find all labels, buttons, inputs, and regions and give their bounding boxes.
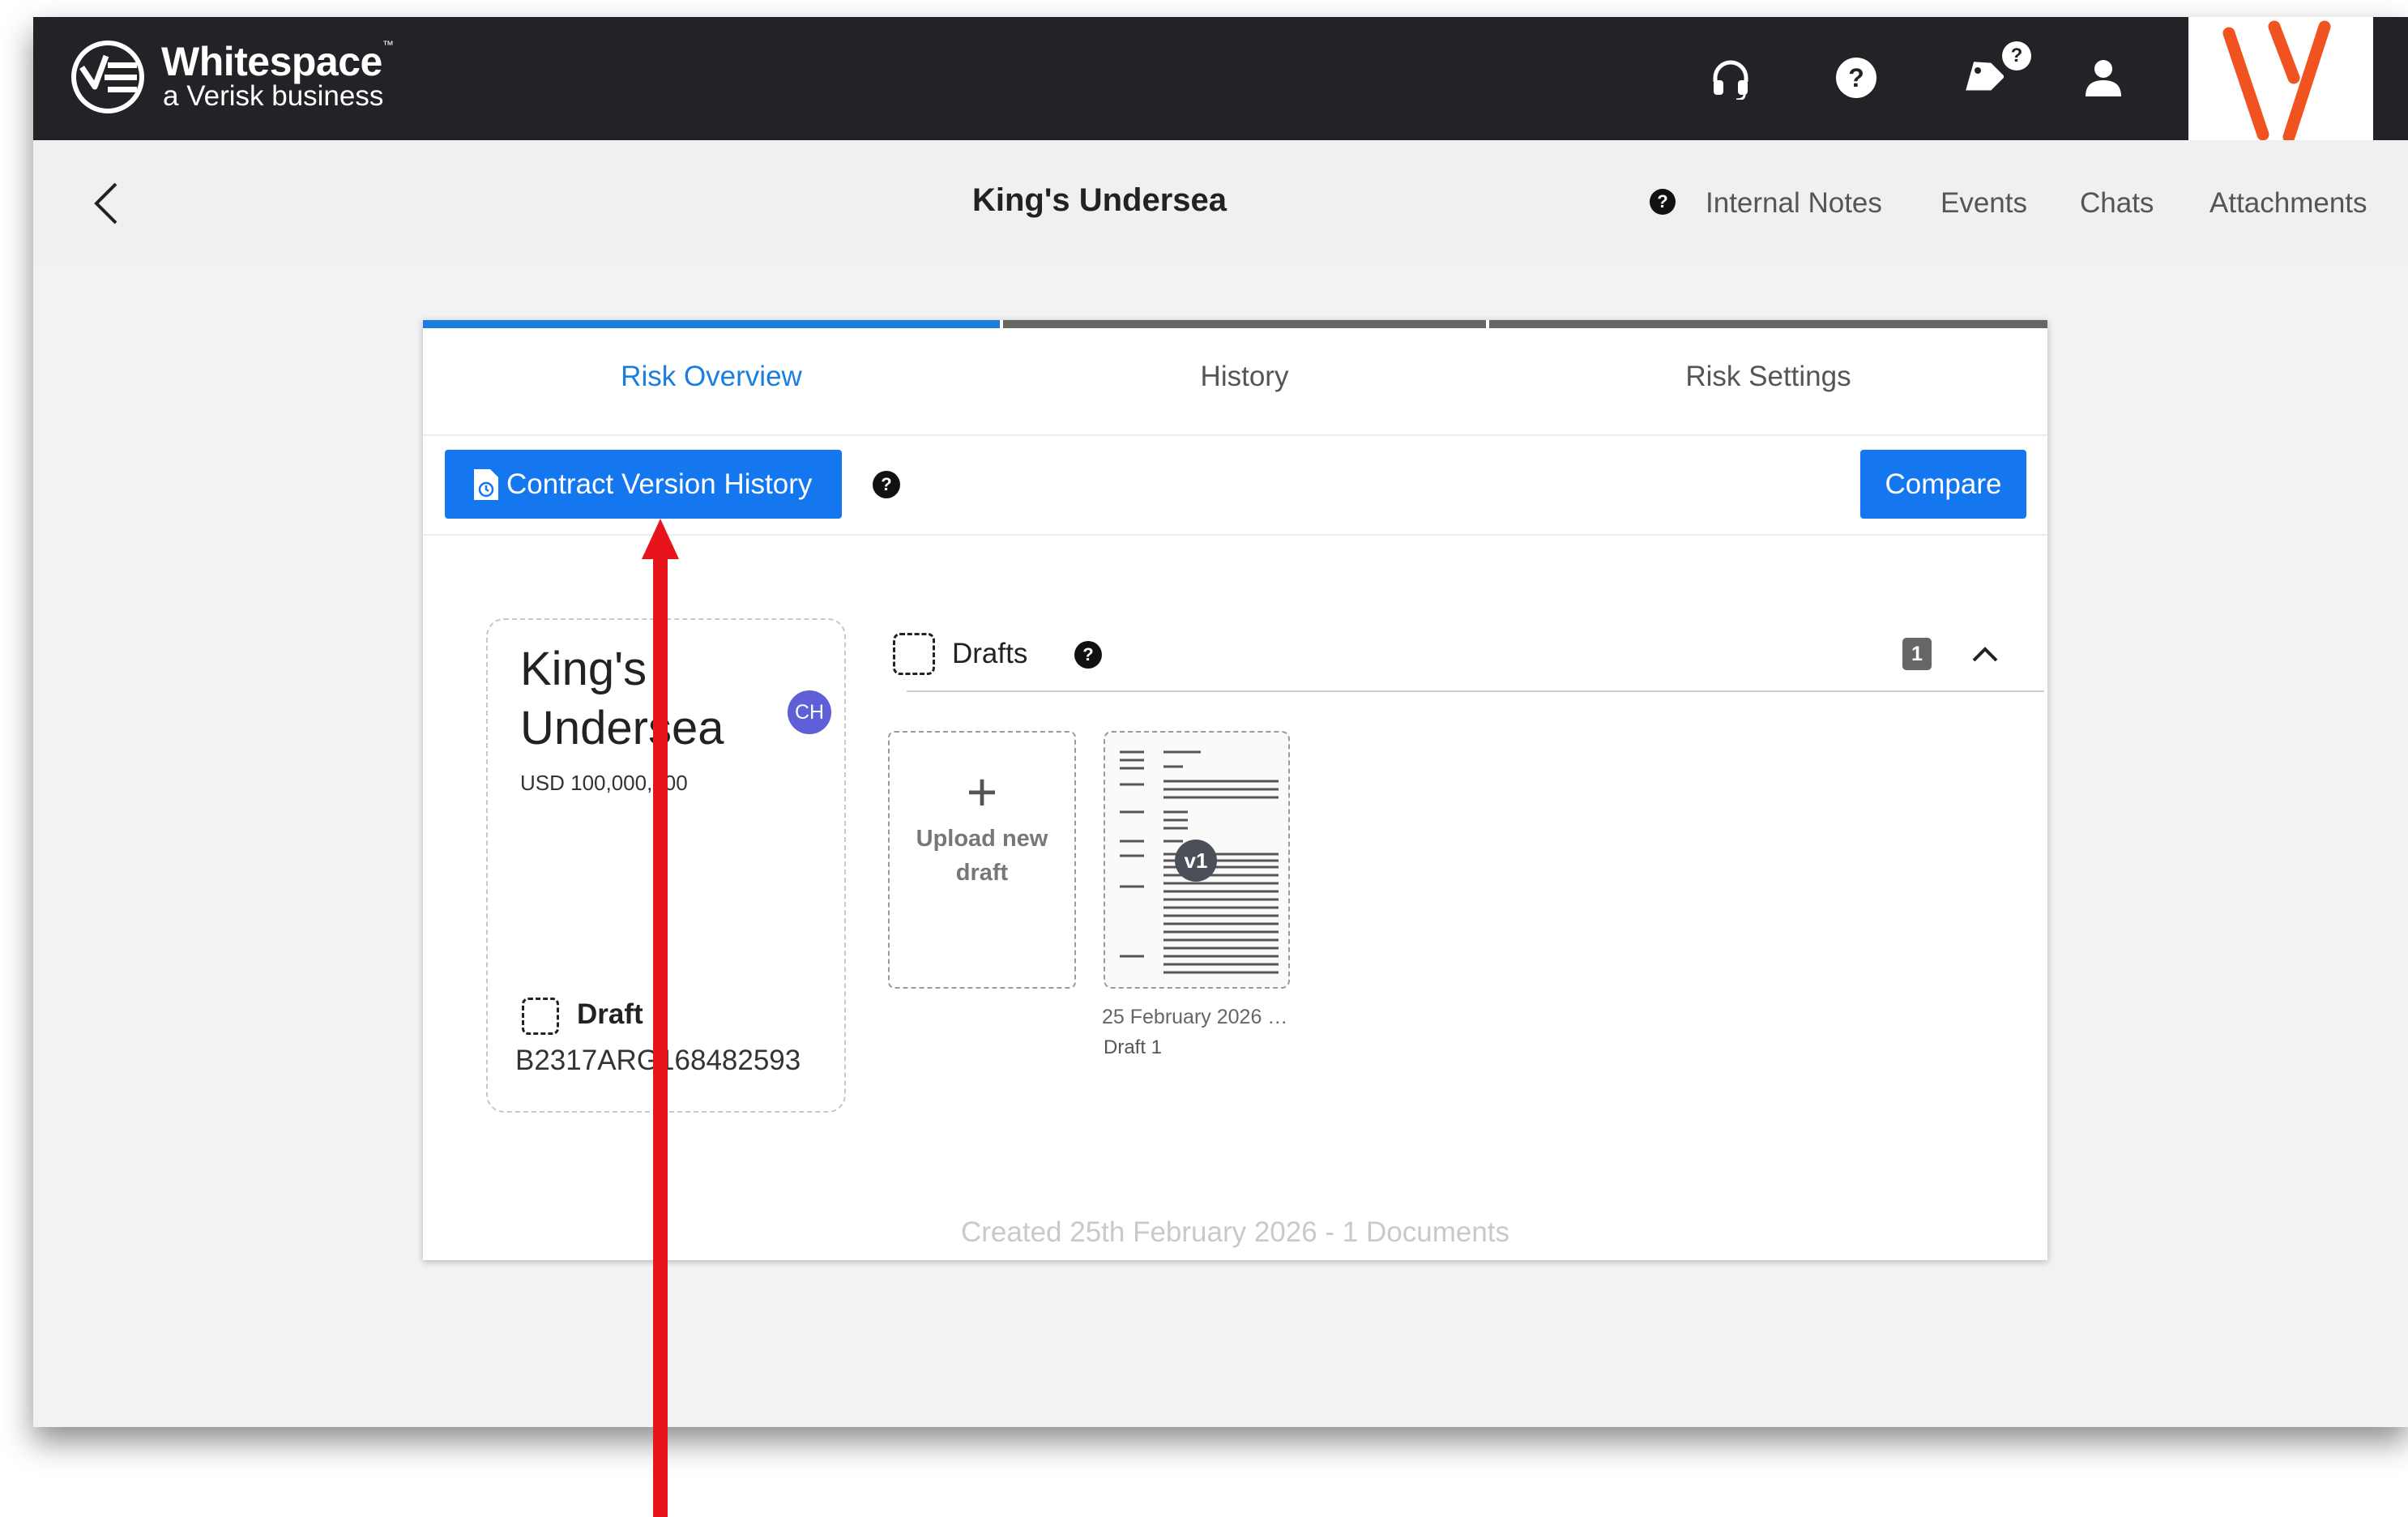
nav-events[interactable]: Events bbox=[1940, 187, 2027, 220]
drafts-icon bbox=[893, 633, 935, 675]
risk-card[interactable]: King's Undersea CH USD 100,000,000 Draft… bbox=[486, 618, 846, 1113]
help-icon[interactable]: ? bbox=[1074, 641, 1102, 669]
headset-icon[interactable] bbox=[1702, 49, 1759, 106]
upload-label: Upload new draft bbox=[916, 826, 1048, 886]
whitespace-logo-icon bbox=[71, 41, 144, 113]
draft-document-thumbnail[interactable]: v1 bbox=[1104, 731, 1290, 989]
brand-name: Whitespace™ bbox=[161, 38, 394, 84]
app-window: Whitespace™ a Verisk business ? ? King's… bbox=[33, 17, 2408, 1427]
svg-text:?: ? bbox=[1848, 63, 1864, 92]
chevron-up-icon[interactable] bbox=[1969, 638, 2001, 670]
created-footer: Created 25th February 2026 - 1 Documents bbox=[960, 1216, 1510, 1248]
contract-version-history-label: Contract Version History bbox=[506, 468, 813, 500]
document-date: 25 February 2026 … bbox=[1102, 1006, 1288, 1028]
nav-attachments[interactable]: Attachments bbox=[2209, 187, 2367, 220]
draft-status-icon bbox=[522, 998, 559, 1035]
tab-divider bbox=[423, 434, 2047, 436]
risk-amount: USD 100,000,000 bbox=[520, 771, 688, 795]
document-history-icon bbox=[474, 468, 498, 500]
nav-chats[interactable]: Chats bbox=[2080, 187, 2154, 220]
drafts-divider bbox=[907, 690, 2044, 692]
drafts-count-badge: 1 bbox=[1902, 638, 1932, 670]
tab-risk-settings[interactable]: Risk Settings bbox=[1489, 361, 2047, 393]
help-icon[interactable]: ? bbox=[873, 471, 900, 498]
risk-header: King's Undersea ? Internal Notes Events … bbox=[33, 140, 2408, 266]
nav-internal-notes[interactable]: Internal Notes bbox=[1706, 187, 1882, 220]
brand-tagline: a Verisk business bbox=[163, 80, 384, 112]
risk-card-title: King's Undersea bbox=[520, 643, 724, 754]
version-badge: v1 bbox=[1175, 840, 1217, 882]
toolbar-divider bbox=[423, 534, 2047, 536]
drafts-label: Drafts bbox=[952, 638, 1028, 669]
status-label: Draft bbox=[577, 998, 643, 1030]
top-bar: Whitespace™ a Verisk business ? ? bbox=[33, 17, 2408, 150]
tab-risk-overview[interactable]: Risk Overview bbox=[423, 361, 1000, 393]
user-icon[interactable] bbox=[2075, 49, 2132, 106]
compare-button[interactable]: Compare bbox=[1860, 450, 2026, 519]
document-name: Draft 1 bbox=[1104, 1036, 1163, 1058]
plus-icon: + bbox=[966, 762, 998, 822]
help-icon[interactable]: ? bbox=[1828, 49, 1885, 106]
help-icon[interactable]: ? bbox=[1650, 189, 1676, 215]
contract-version-history-button[interactable]: Contract Version History bbox=[445, 450, 842, 519]
company-logo[interactable] bbox=[2188, 17, 2373, 150]
upload-new-draft-button[interactable]: + Upload new draft bbox=[888, 731, 1076, 989]
tab-history[interactable]: History bbox=[1003, 361, 1486, 393]
avatar: CH bbox=[788, 690, 831, 734]
risk-panel: Risk Overview History Risk Settings Cont… bbox=[423, 320, 2047, 1260]
risk-reference: B2317ARG168482593 bbox=[515, 1045, 801, 1076]
tab-indicator bbox=[423, 320, 2047, 328]
tag-notification-badge: ? bbox=[2002, 41, 2031, 71]
